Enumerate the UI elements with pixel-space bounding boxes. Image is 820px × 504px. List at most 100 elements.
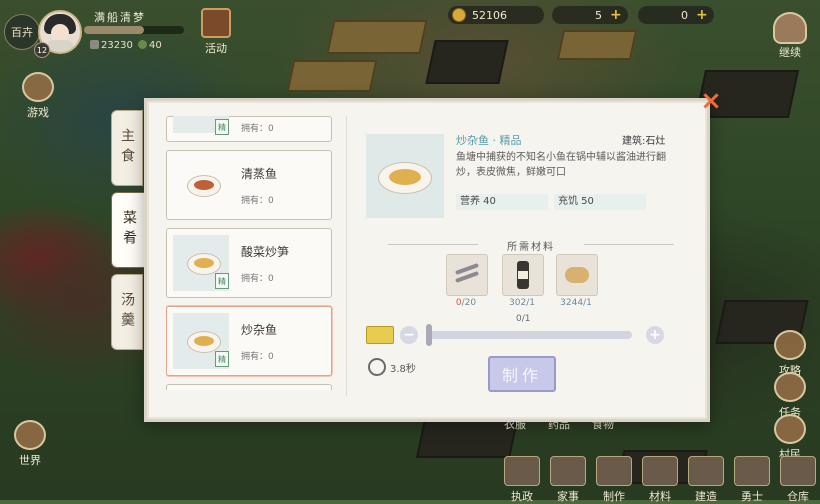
task-button[interactable]: 任务 [770, 372, 810, 420]
warehouse-icon [780, 456, 816, 486]
steamed-fish-icon [187, 175, 221, 197]
player-level-badge: 12 [34, 42, 50, 58]
detail-dish-image [366, 134, 444, 218]
hunger-stat: 充饥 50 [554, 194, 646, 210]
tab-soup[interactable]: 汤羹 [111, 274, 143, 350]
player-exp-bar [84, 26, 184, 34]
bottom-nav-govern[interactable]: 执政 [500, 456, 544, 504]
material-slot[interactable]: 302/1 [502, 254, 544, 308]
detail-title: 炒杂鱼 · 精品 [456, 134, 522, 147]
bottom-nav-build[interactable]: 建造 [684, 456, 728, 504]
owned-count: 拥有：0 [241, 352, 274, 362]
fried-fish-icon [378, 162, 432, 194]
material-need: /1 [526, 298, 535, 308]
warrior-icon [734, 456, 770, 486]
list-item[interactable] [166, 384, 332, 390]
minus-button[interactable]: − [400, 326, 418, 344]
craft-icon [596, 456, 632, 486]
guide-button[interactable]: 攻略 [770, 330, 810, 378]
bottom-nav-craft[interactable]: 制作 [592, 456, 636, 504]
pickled-bamboo-icon [187, 253, 221, 275]
task-icon [774, 372, 806, 402]
material-slot[interactable]: 3244/1 [556, 254, 598, 308]
left-top-icon [22, 72, 54, 102]
silver-value: 23230 [101, 40, 133, 51]
add-token-plus-icon[interactable]: + [696, 8, 708, 22]
nutrition-stat: 营养 40 [456, 194, 548, 210]
player-name: 满船清梦 [94, 11, 146, 24]
material-need: /20 [461, 298, 477, 308]
gold-coin-icon [452, 8, 466, 22]
silver-icon [90, 40, 99, 49]
slider-handle[interactable] [426, 324, 432, 346]
owned-count: 拥有：0 [241, 274, 274, 284]
quality-tag: 精 [215, 351, 229, 367]
top-bar: 百卉 12 满船清梦 23230 40 活动 52106 5 + 0 + 继续 [0, 0, 820, 60]
small-fish-icon [446, 254, 488, 296]
dish-name: 酸菜炒笋 [241, 245, 290, 259]
player-stats: 23230 40 [88, 40, 162, 51]
list-item[interactable]: 精 酸菜炒笋 拥有：0 [166, 228, 332, 298]
world-icon [14, 420, 46, 450]
gold-value: 52106 [472, 8, 507, 22]
detail-building: 建筑:石灶 [622, 136, 666, 147]
add-gem-plus-icon[interactable]: + [610, 8, 622, 22]
list-item-selected[interactable]: 精 炒杂鱼 拥有：0 [166, 306, 332, 376]
bottom-nav-warrior[interactable]: 勇士 [730, 456, 774, 504]
continue-icon [773, 12, 807, 44]
bottom-bar: 衣服 药品 食物 执政 家事 制作 材料 建造 勇士 仓库 [500, 416, 820, 503]
guide-icon [774, 330, 806, 360]
owned-count: 拥有：0 [241, 196, 274, 206]
clock-icon [368, 358, 386, 376]
dish-name: 炒杂鱼 [241, 323, 278, 337]
govern-icon [504, 456, 540, 486]
owned-count: 拥有：0 [241, 124, 274, 134]
list-item[interactable]: 清蒸鱼 拥有：0 [166, 150, 332, 220]
food-value: 40 [149, 40, 162, 51]
gem-counter: 5 + [552, 6, 628, 24]
material-have: 302 [509, 298, 527, 308]
category-tabs: 主食 菜肴 汤羹 [111, 110, 147, 356]
ginger-icon [556, 254, 598, 296]
token-value: 0 [681, 8, 688, 22]
build-icon [688, 456, 724, 486]
gem-value: 5 [595, 8, 602, 22]
recipe-list[interactable]: 精 拥有：0 清蒸鱼 拥有：0 精 酸菜炒笋 拥有：0 精 炒杂鱼 拥有：0 [166, 116, 334, 390]
quality-tag: 精 [215, 119, 229, 135]
continue-button[interactable]: 继续 [768, 12, 812, 60]
food-icon [138, 40, 147, 49]
activity-icon [201, 8, 231, 38]
left-top-button[interactable]: 游戏 [18, 72, 58, 120]
bottom-nav-warehouse[interactable]: 仓库 [776, 456, 820, 504]
world-button[interactable]: 世界 [10, 420, 50, 468]
material-slot[interactable]: 0/20 [446, 254, 488, 308]
quantity-icon [366, 326, 394, 344]
detail-description: 鱼塘中捕获的不知名小鱼在锅中辅以酱油进行翻炒，表皮微焦，鲜嫩可口 [456, 152, 666, 178]
tab-dishes[interactable]: 菜肴 [111, 192, 147, 268]
quality-tag: 精 [215, 273, 229, 289]
recipe-detail: 炒杂鱼 · 精品 建筑:石灶 鱼塘中捕获的不知名小鱼在锅中辅以酱油进行翻炒，表皮… [366, 130, 676, 392]
material-need: /1 [583, 298, 592, 308]
quantity-value: 0/1 [516, 314, 531, 324]
soy-sauce-icon [502, 254, 544, 296]
tab-staple[interactable]: 主食 [111, 110, 143, 186]
fried-fish-icon [187, 331, 221, 353]
make-button[interactable]: 制作 [488, 356, 556, 392]
list-item[interactable]: 精 拥有：0 [166, 116, 332, 142]
activity-button[interactable]: 活动 [196, 8, 236, 56]
token-counter: 0 + [638, 6, 714, 24]
material-icon [642, 456, 678, 486]
gold-counter: 52106 [448, 6, 544, 24]
craft-time: 3.8秒 [368, 358, 416, 376]
plus-button[interactable]: + [646, 326, 664, 344]
close-icon[interactable]: × [700, 88, 722, 114]
dish-thumbnail [173, 157, 229, 213]
divider [346, 116, 347, 396]
household-icon [550, 456, 586, 486]
bottom-nav-material[interactable]: 材料 [638, 456, 682, 504]
materials-heading: 所需材料 [388, 238, 674, 253]
material-have: 3244 [560, 298, 584, 308]
quantity-slider[interactable] [428, 331, 632, 339]
bottom-nav-household[interactable]: 家事 [546, 456, 590, 504]
dish-name: 清蒸鱼 [241, 167, 278, 181]
